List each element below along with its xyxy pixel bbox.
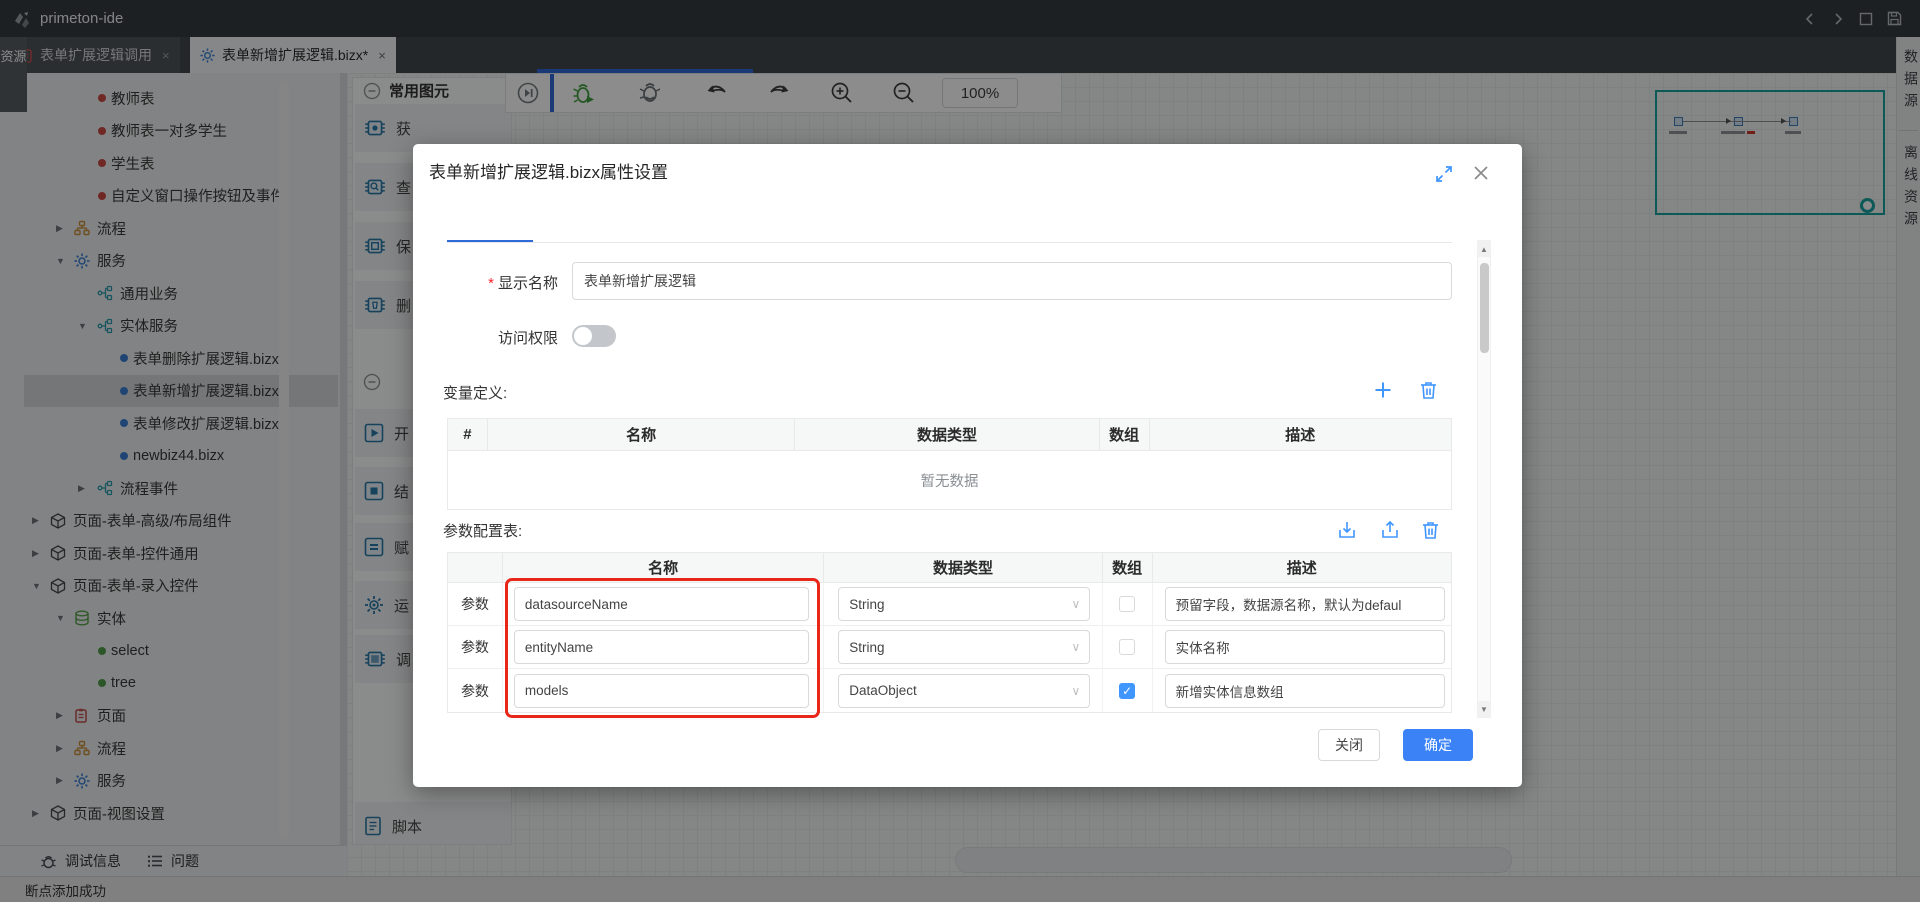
param-type-cell: 参数 (448, 669, 503, 712)
display-name-label: *显示名称 (433, 272, 558, 293)
delete-variable-icon[interactable] (1419, 380, 1438, 400)
param-desc-input[interactable] (1165, 674, 1445, 708)
param-desc-cell (1153, 669, 1451, 712)
param-array-cell (1103, 583, 1153, 625)
ok-button[interactable]: 确定 (1403, 729, 1473, 761)
toggle-knob (574, 327, 592, 345)
data-type-select[interactable]: String ∨ (838, 630, 1090, 664)
array-checkbox[interactable] (1119, 639, 1135, 655)
param-type-select-cell: DataObject ∨ (824, 669, 1102, 712)
table-header-cell: 名称 (488, 419, 795, 450)
param-array-cell: ✓ (1103, 669, 1153, 712)
param-name-cell (503, 669, 824, 712)
param-name-input[interactable] (514, 587, 809, 621)
scroll-down-icon[interactable]: ▼ (1478, 701, 1490, 717)
properties-dialog: 表单新增扩展逻辑.bizx属性设置 *显示名称 访问权限 变量定义: #名称数据… (413, 144, 1522, 787)
param-array-cell (1103, 626, 1153, 668)
chevron-down-icon: ∨ (1071, 640, 1080, 654)
select-value: String (849, 597, 884, 612)
add-variable-icon[interactable] (1373, 380, 1393, 400)
delete-param-icon[interactable] (1421, 520, 1440, 540)
app-window: primeton-ide 输入关键字搜索 表单扩展逻辑调用 × 表单新增扩展逻辑… (0, 0, 1920, 902)
table-header-cell: 数据类型 (824, 553, 1102, 582)
table-empty-text: 暂无数据 (448, 451, 1451, 509)
param-desc-input[interactable] (1165, 587, 1445, 621)
table-header-cell: # (448, 419, 488, 450)
variables-section-label: 变量定义: (443, 382, 507, 403)
dialog-scrollbar[interactable]: ▲ ▼ (1477, 240, 1491, 718)
params-table: 名称数据类型数组描述参数String∨参数String∨参数DataObject… (447, 552, 1452, 713)
param-type-select-cell: String ∨ (824, 583, 1102, 625)
import-params-icon[interactable] (1337, 520, 1357, 540)
dialog-title: 表单新增扩展逻辑.bizx属性设置 (429, 158, 668, 183)
access-toggle[interactable] (572, 325, 616, 347)
table-header-cell: 数据类型 (795, 419, 1099, 450)
scroll-thumb[interactable] (1480, 263, 1489, 353)
access-label: 访问权限 (433, 327, 558, 348)
param-desc-cell (1153, 626, 1451, 668)
table-row: 参数 String ∨ (448, 583, 1451, 626)
array-checkbox[interactable]: ✓ (1119, 683, 1135, 699)
required-asterisk: * (488, 275, 494, 292)
close-button[interactable]: 关闭 (1318, 729, 1380, 761)
chevron-down-icon: ∨ (1071, 597, 1080, 611)
param-desc-input[interactable] (1165, 630, 1445, 664)
fullscreen-icon[interactable] (1435, 165, 1453, 183)
array-checkbox[interactable] (1119, 596, 1135, 612)
table-header-cell: 描述 (1153, 553, 1451, 582)
display-name-input[interactable] (572, 262, 1452, 300)
chevron-down-icon: ∨ (1071, 684, 1080, 698)
param-name-cell (503, 583, 824, 625)
scroll-up-icon[interactable]: ▲ (1478, 241, 1490, 257)
close-icon[interactable] (1471, 163, 1491, 183)
table-header-cell: 名称 (503, 553, 824, 582)
table-header-row: 名称数据类型数组描述 (448, 553, 1451, 583)
param-name-input[interactable] (514, 630, 809, 664)
param-name-input[interactable] (514, 674, 809, 708)
table-row: 参数 String ∨ (448, 626, 1451, 669)
select-value: String (849, 640, 884, 655)
table-header-cell: 数组 (1103, 553, 1153, 582)
table-header-row: #名称数据类型数组描述 (448, 419, 1451, 451)
table-row: 参数 DataObject ∨ ✓ (448, 669, 1451, 712)
select-value: DataObject (849, 683, 917, 698)
table-header-cell (448, 553, 503, 582)
param-desc-cell (1153, 583, 1451, 625)
param-type-cell: 参数 (448, 626, 503, 668)
table-header-cell: 数组 (1100, 419, 1150, 450)
dialog-tab-divider (447, 242, 1452, 243)
data-type-select[interactable]: String ∨ (838, 587, 1090, 621)
table-header-cell: 描述 (1150, 419, 1451, 450)
variables-table: #名称数据类型数组描述暂无数据 (447, 418, 1452, 510)
params-section-label: 参数配置表: (443, 520, 522, 541)
data-type-select[interactable]: DataObject ∨ (838, 674, 1090, 708)
param-type-cell: 参数 (448, 583, 503, 625)
param-name-cell (503, 626, 824, 668)
param-type-select-cell: String ∨ (824, 626, 1102, 668)
export-params-icon[interactable] (1380, 520, 1400, 540)
